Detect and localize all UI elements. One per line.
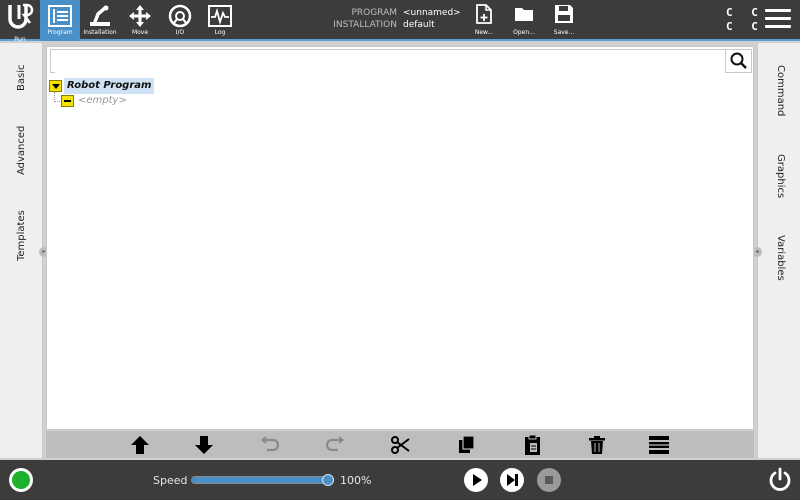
search-field[interactable] [55, 52, 725, 73]
cut-icon[interactable] [390, 434, 412, 456]
expand-toggle-icon[interactable] [49, 80, 62, 92]
save-button[interactable]: Save... [547, 4, 581, 36]
program-toolbar [46, 431, 754, 458]
stop-icon [545, 476, 553, 484]
right-sidebar: Command Graphics Variables ◂ [752, 43, 800, 458]
program-info: PROGRAM <unnamed> INSTALLATION default [333, 7, 461, 31]
cc-row-1: C C [726, 6, 764, 19]
cc-indicator[interactable]: C C C C [726, 6, 764, 34]
search-input[interactable] [50, 49, 752, 73]
tab-io[interactable]: I/O [160, 0, 200, 41]
move-up-icon[interactable] [129, 434, 151, 456]
left-sidebar: Basic Advanced Templates ▸ [0, 43, 49, 458]
tab-move-label: Move [131, 29, 149, 36]
paste-icon[interactable] [522, 434, 544, 456]
installation-icon [80, 4, 120, 28]
ur-logo-icon[interactable]: Run [4, 2, 36, 43]
folder-icon [514, 8, 534, 28]
tab-installation[interactable]: Installation [80, 0, 120, 41]
tab-program-label: Program [47, 29, 73, 36]
delete-icon[interactable] [586, 434, 608, 456]
step-button[interactable] [500, 468, 524, 492]
app-window: Run Program Installation Move I/O Log PR… [0, 0, 800, 500]
tab-program[interactable]: Program [40, 0, 80, 41]
copy-icon[interactable] [456, 434, 478, 456]
tab-run-label: Run [14, 36, 26, 43]
save-icon [554, 5, 574, 28]
play-icon [473, 474, 482, 486]
redo-icon[interactable] [324, 434, 346, 456]
speed-slider-fill [192, 477, 329, 483]
io-icon [160, 4, 200, 28]
empty-node-icon [61, 95, 74, 107]
open-button[interactable]: Open... [507, 4, 541, 36]
program-icon [40, 4, 80, 28]
program-key: PROGRAM [351, 8, 397, 18]
tab-io-label: I/O [175, 29, 185, 36]
move-down-icon[interactable] [193, 434, 215, 456]
tab-installation-label: Installation [83, 29, 117, 36]
tab-templates[interactable]: Templates [16, 210, 27, 261]
new-label: New... [474, 29, 494, 36]
suppress-icon[interactable] [648, 434, 670, 456]
installation-row: INSTALLATION default [333, 19, 461, 31]
tree-root-label[interactable]: Robot Program [64, 78, 155, 94]
program-row: PROGRAM <unnamed> [333, 7, 461, 19]
move-icon [120, 4, 160, 28]
stop-button[interactable] [537, 468, 561, 492]
save-label: Save... [553, 29, 575, 36]
play-button[interactable] [464, 468, 488, 492]
bottom-bar: Speed 100% [0, 460, 800, 500]
speed-value: 100% [340, 474, 372, 487]
tree-empty-label[interactable]: <empty> [78, 94, 127, 108]
hamburger-menu-icon[interactable] [765, 9, 791, 31]
installation-name: default [403, 20, 435, 30]
tab-log[interactable]: Log [200, 0, 240, 41]
tree-connector [54, 92, 60, 102]
log-icon [200, 4, 240, 28]
search-icon[interactable] [725, 50, 751, 72]
open-label: Open... [513, 29, 535, 36]
tab-advanced[interactable]: Advanced [16, 126, 27, 175]
speed-label: Speed [153, 474, 188, 487]
top-bar: Run Program Installation Move I/O Log PR… [0, 0, 800, 43]
new-button[interactable]: New... [467, 4, 501, 36]
cc-row-2: C C [726, 20, 764, 33]
new-file-icon [475, 4, 493, 28]
robot-status-icon[interactable] [9, 468, 33, 492]
program-tree-panel: Robot Program <empty> [46, 46, 754, 430]
undo-icon[interactable] [259, 434, 281, 456]
speed-slider-handle[interactable] [322, 474, 334, 486]
step-icon [507, 474, 518, 486]
tab-variables[interactable]: Variables [775, 235, 786, 281]
tab-move[interactable]: Move [120, 0, 160, 41]
tab-basic[interactable]: Basic [16, 65, 27, 91]
tab-command[interactable]: Command [775, 65, 786, 116]
speed-slider[interactable] [191, 474, 334, 486]
tab-log-label: Log [214, 29, 226, 36]
program-name: <unnamed> [403, 8, 461, 18]
installation-key: INSTALLATION [333, 20, 397, 30]
tab-graphics[interactable]: Graphics [775, 154, 786, 198]
power-icon[interactable] [767, 467, 793, 493]
